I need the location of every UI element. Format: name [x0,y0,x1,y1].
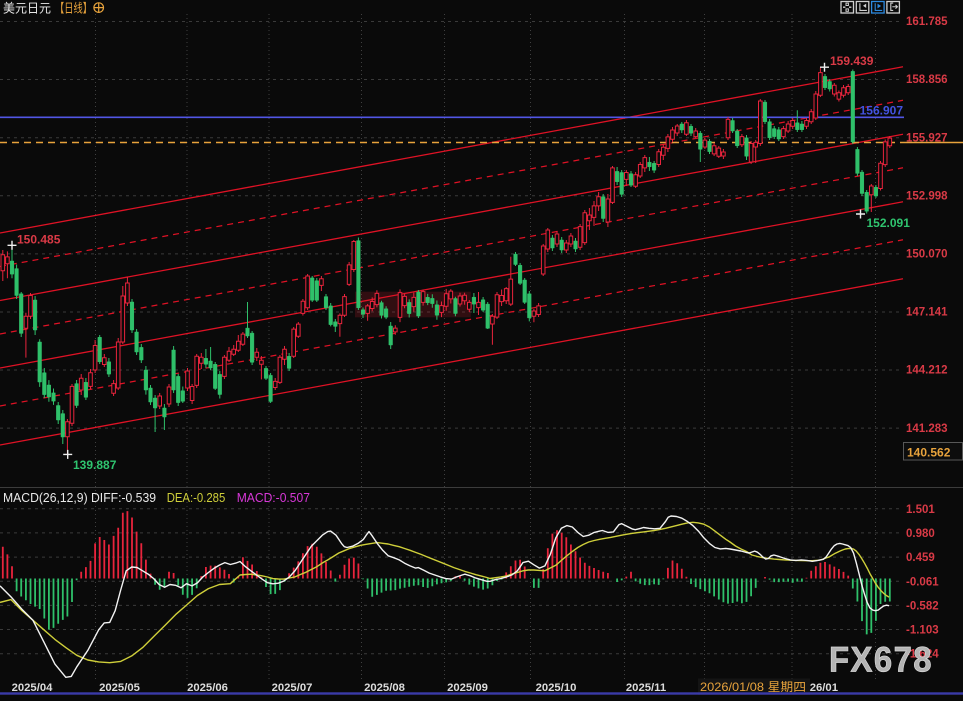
svg-text:美元日元: 美元日元 [3,2,51,16]
svg-text:0.459: 0.459 [906,552,935,564]
svg-text:139.887: 139.887 [73,458,117,472]
svg-text:DEA:-0.285: DEA:-0.285 [167,491,226,505]
svg-text:-0.061: -0.061 [906,576,939,588]
svg-text:-0.582: -0.582 [906,600,939,612]
svg-text:150.070: 150.070 [906,249,948,261]
svg-text:0.980: 0.980 [906,528,935,540]
svg-text:1.501: 1.501 [906,504,935,516]
svg-text:144.212: 144.212 [906,365,948,377]
svg-text:159.439: 159.439 [830,54,874,68]
svg-text:MACD(26,12,9) DIFF:-0.539: MACD(26,12,9) DIFF:-0.539 [3,491,156,505]
svg-text:156.907: 156.907 [860,104,904,118]
svg-text:MACD:-0.507: MACD:-0.507 [237,491,310,505]
svg-text:158.856: 158.856 [906,74,948,86]
svg-text:2025/06: 2025/06 [187,682,228,694]
svg-text:2026/01/08 星期四: 2026/01/08 星期四 [700,680,806,694]
svg-text:2025/08: 2025/08 [364,682,405,694]
svg-text:152.091: 152.091 [867,216,911,230]
svg-text:【日线】: 【日线】 [55,2,92,16]
svg-text:2025/07: 2025/07 [272,682,313,694]
svg-text:-1.103: -1.103 [906,625,939,637]
svg-text:2025/05: 2025/05 [99,682,140,694]
svg-text:161.785: 161.785 [906,16,948,28]
svg-text:140.562: 140.562 [907,446,951,460]
svg-text:141.283: 141.283 [906,423,948,435]
svg-text:FX678: FX678 [829,641,933,680]
svg-text:147.141: 147.141 [906,307,948,319]
svg-text:2025/10: 2025/10 [536,682,577,694]
svg-text:2025/11: 2025/11 [626,682,666,694]
svg-text:2025/09: 2025/09 [447,682,488,694]
svg-text:150.485: 150.485 [17,233,61,247]
svg-text:152.998: 152.998 [906,191,948,203]
svg-text:2025/04: 2025/04 [12,682,54,694]
svg-text:155.927: 155.927 [906,132,948,144]
